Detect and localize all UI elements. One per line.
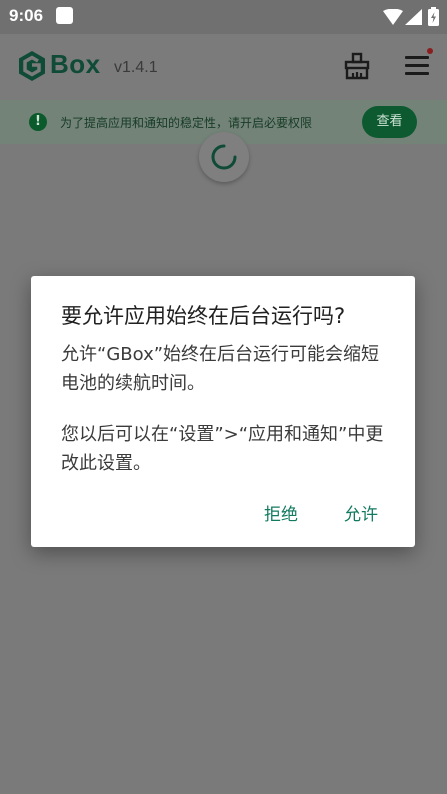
- dialog-message-settings: 您以后可以在“设置”>“应用和通知”中更改此设置。: [61, 424, 384, 474]
- app-brand-title: Box: [50, 49, 101, 79]
- banner-text: 为了提高应用和通知的稳定性，请开启必要权限: [60, 116, 313, 130]
- notification-icon: [56, 7, 73, 24]
- hamburger-menu-icon[interactable]: [403, 48, 433, 80]
- deny-button[interactable]: 拒绝: [264, 500, 298, 525]
- view-permissions-button[interactable]: 查看: [362, 106, 417, 138]
- spinner-icon: [211, 144, 237, 170]
- background-run-permission-dialog: 要允许应用始终在后台运行吗? 允许“GBox”始终在后台运行可能会缩短电池的续航…: [31, 276, 415, 547]
- battery-icon: [428, 7, 439, 26]
- app-bar: Box v1.4.1: [0, 34, 447, 100]
- cleaning-brush-icon[interactable]: [342, 51, 372, 81]
- status-time: 9:06: [9, 6, 44, 25]
- cell-signal-icon: [405, 9, 422, 25]
- warning-icon: !: [29, 113, 47, 131]
- allow-button[interactable]: 允许: [344, 500, 378, 525]
- status-bar: 9:06: [0, 0, 447, 34]
- dialog-message-battery: 允许“GBox”始终在后台运行可能会缩短电池的续航时间。: [61, 344, 380, 394]
- dialog-title: 要允许应用始终在后台运行吗?: [61, 304, 346, 328]
- loading-spinner: [199, 132, 249, 182]
- app-version: v1.4.1: [114, 59, 158, 76]
- menu-badge-dot: [427, 48, 433, 54]
- gbox-logo-icon: [19, 51, 45, 81]
- wifi-icon: [383, 9, 403, 25]
